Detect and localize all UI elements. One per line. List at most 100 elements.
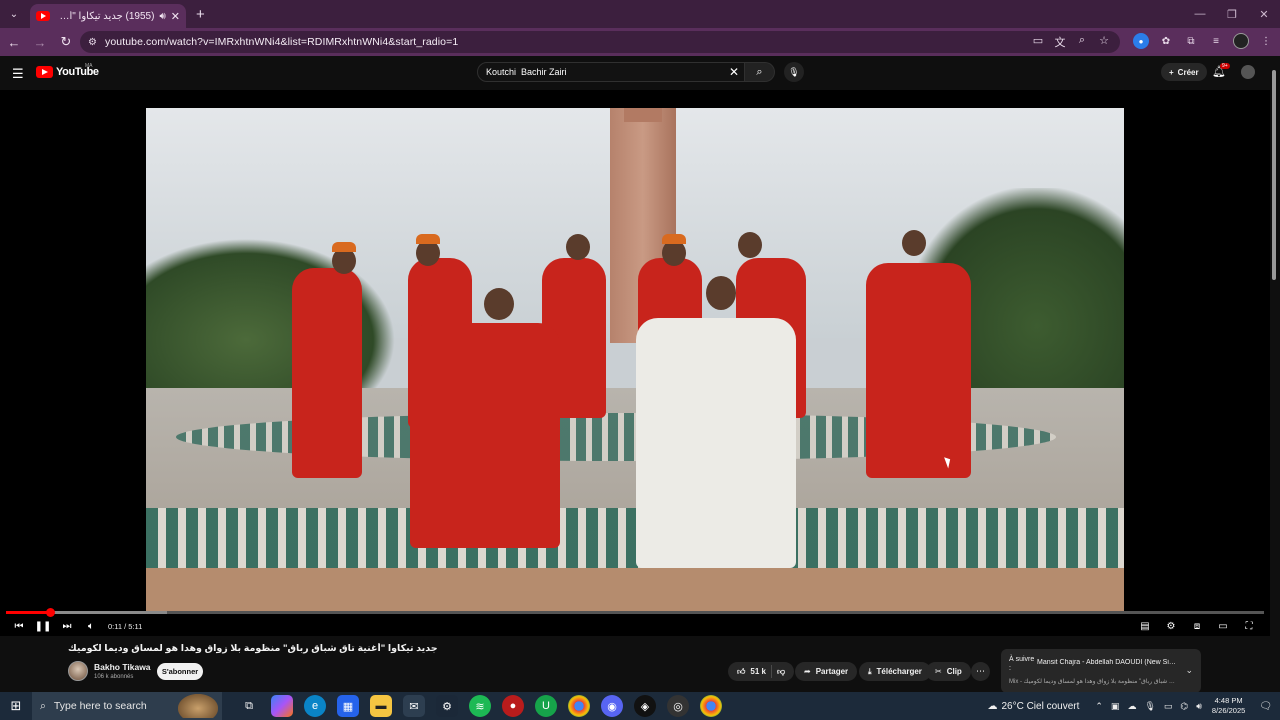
tab-search-icon[interactable]: ⌄ bbox=[2, 4, 26, 24]
video-performer-hat bbox=[416, 234, 440, 244]
chrome-profile-icon[interactable] bbox=[700, 695, 722, 717]
next-icon[interactable]: ⏭︎ bbox=[56, 616, 78, 636]
address-bar[interactable]: ⚙ youtube.com/watch?v=IMRxhtnWNi4&list=R… bbox=[80, 31, 1120, 53]
audio-icon[interactable]: 🔊︎ bbox=[159, 11, 165, 22]
windows-start-icon[interactable]: ⊞ bbox=[0, 692, 32, 720]
mail-icon[interactable]: ✉ bbox=[403, 695, 425, 717]
browser-tab-youtube[interactable]: (1955) جديد تيكاوا "أغنية تاق 🔊︎ ✕ bbox=[30, 4, 186, 28]
restore-icon[interactable]: ❐ bbox=[1216, 0, 1248, 28]
store-icon[interactable]: ▦ bbox=[337, 695, 359, 717]
notifications-icon[interactable]: 🗨︎ bbox=[1259, 701, 1272, 712]
video-frame[interactable] bbox=[146, 108, 1124, 611]
plus-icon[interactable]: + bbox=[196, 6, 205, 23]
download-button[interactable]: ⤓ Télécharger bbox=[859, 662, 931, 681]
page-scrollbar[interactable] bbox=[1270, 62, 1278, 288]
forward-icon[interactable]: → bbox=[28, 30, 52, 54]
app-dark-icon[interactable]: ◈ bbox=[634, 695, 656, 717]
copilot-icon[interactable] bbox=[271, 695, 293, 717]
tray-app-icon[interactable]: ▣ bbox=[1111, 701, 1120, 712]
subscribe-button[interactable]: S'abonner bbox=[157, 663, 203, 680]
media-controls-icon[interactable]: ≡ bbox=[1208, 33, 1224, 49]
chrome-icon[interactable] bbox=[568, 695, 590, 717]
fullscreen-icon[interactable]: ⛶ bbox=[1238, 616, 1260, 636]
youtube-play-logo-icon bbox=[36, 66, 53, 78]
account-avatar[interactable] bbox=[1241, 65, 1255, 79]
tray-cloud-icon[interactable]: ☁ bbox=[1127, 701, 1136, 712]
network-icon[interactable]: ⌬ bbox=[1180, 701, 1188, 712]
up-next-label: À suivre : bbox=[1009, 656, 1035, 672]
translate-icon[interactable]: 文 bbox=[1054, 34, 1066, 50]
pause-icon[interactable]: ❚❚ bbox=[32, 616, 54, 636]
video-progress-bar[interactable] bbox=[6, 608, 1264, 617]
like-divider bbox=[770, 665, 772, 678]
miniplayer-icon[interactable]: ⧈ bbox=[1186, 616, 1208, 636]
page-scrollbar-thumb[interactable] bbox=[1272, 70, 1276, 280]
chevron-down-icon[interactable]: ⌄ bbox=[1185, 665, 1193, 676]
time-display: 0:11 / 5:11 bbox=[108, 621, 143, 631]
video-dancer-white-robe bbox=[636, 318, 796, 568]
reload-icon[interactable]: ↻ bbox=[54, 30, 78, 54]
more-actions-icon[interactable]: ⋯ bbox=[971, 662, 990, 681]
video-performer-robe bbox=[866, 263, 971, 478]
create-button[interactable]: + Créer bbox=[1161, 63, 1207, 81]
subtitles-icon[interactable]: ▤ bbox=[1134, 616, 1156, 636]
taskbar-apps: ⧉ e ▦ ▬ ✉ ⚙ ≋ ● U ◉ ◈ ◎ bbox=[238, 695, 722, 717]
video-player[interactable]: ⏮︎ ❚❚ ⏭︎ 🔈︎ 0:11 / 5:11 ▤ ⚙ ⧈ ▭ ⛶ bbox=[0, 90, 1270, 636]
minimize-icon[interactable]: — bbox=[1184, 0, 1216, 28]
theater-mode-icon[interactable]: ▭ bbox=[1212, 616, 1234, 636]
site-info-icon[interactable]: ⚙ bbox=[88, 37, 97, 48]
thumbs-up-icon[interactable]: 👍︎ bbox=[737, 667, 745, 677]
search-icon: ⌕ bbox=[756, 65, 763, 78]
weather-text: 26°C Ciel couvert bbox=[1001, 700, 1080, 712]
channel-avatar[interactable] bbox=[68, 661, 88, 681]
previous-icon[interactable]: ⏮︎ bbox=[8, 616, 30, 636]
file-explorer-icon[interactable]: ▬ bbox=[370, 695, 392, 717]
search-button[interactable]: ⌕ bbox=[745, 62, 775, 82]
edge-icon[interactable]: e bbox=[304, 695, 326, 717]
speaker-icon[interactable]: 🔊︎ bbox=[1196, 701, 1202, 712]
omnibox-actions: ▭ 文 ⌕ ☆ bbox=[1032, 34, 1110, 50]
search-input[interactable] bbox=[477, 62, 745, 82]
star-icon[interactable]: ☆ bbox=[1098, 34, 1110, 50]
close-icon[interactable]: ✕ bbox=[171, 10, 180, 23]
like-count[interactable]: 51 k bbox=[750, 667, 766, 676]
app-gray-icon[interactable]: ◎ bbox=[667, 695, 689, 717]
share-button[interactable]: ➦ Partager bbox=[795, 662, 858, 681]
task-view-icon[interactable]: ⧉ bbox=[238, 695, 260, 717]
app-red-icon[interactable]: ● bbox=[502, 695, 524, 717]
microphone-icon[interactable]: 🎙︎ bbox=[1144, 701, 1155, 712]
tray-monitor-icon[interactable]: ▭ bbox=[1164, 701, 1173, 712]
video-dancer-robe bbox=[410, 323, 560, 548]
window-close-icon[interactable]: ✕ bbox=[1248, 0, 1280, 28]
extensions-icon[interactable]: ⧉ bbox=[1183, 33, 1199, 49]
cast-icon[interactable]: ▭ bbox=[1032, 34, 1044, 50]
thumbs-down-icon[interactable]: 👎︎ bbox=[777, 667, 785, 677]
channel-name[interactable]: Bakho Tikawa bbox=[94, 662, 151, 672]
clear-search-icon[interactable]: ✕ bbox=[729, 65, 739, 79]
url-text[interactable]: youtube.com/watch?v=IMRxhtnWNi4&list=RDI… bbox=[105, 36, 458, 48]
taskbar-search-box[interactable]: ⌕ Type here to search bbox=[32, 692, 222, 720]
extension-gear-icon[interactable]: ✿ bbox=[1158, 33, 1174, 49]
zoom-icon[interactable]: ⌕ bbox=[1076, 34, 1088, 50]
up-next-card[interactable]: À suivre : Mansit Chajra - Abdellah DAOU… bbox=[1001, 649, 1201, 693]
settings-gear-icon[interactable]: ⚙ bbox=[1160, 616, 1182, 636]
microphone-icon: 🎙︎ bbox=[788, 66, 800, 77]
taskbar-clock[interactable]: 4:48 PM 8/26/2025 bbox=[1212, 696, 1245, 716]
back-icon[interactable]: ← bbox=[2, 30, 26, 54]
menu-dots-icon[interactable]: ⋮ bbox=[1258, 33, 1274, 49]
volume-icon[interactable]: 🔈︎ bbox=[80, 616, 102, 636]
video-dancer-head bbox=[484, 288, 514, 320]
discord-icon[interactable]: ◉ bbox=[601, 695, 623, 717]
chevron-up-icon[interactable]: ⌃ bbox=[1095, 701, 1103, 712]
extension-shield-icon[interactable]: ● bbox=[1133, 33, 1149, 49]
spotify-icon[interactable]: ≋ bbox=[469, 695, 491, 717]
weather-widget[interactable]: ☁ 26°C Ciel couvert bbox=[987, 701, 1079, 712]
clip-button[interactable]: ✂ Clip bbox=[926, 662, 971, 681]
hamburger-menu-icon[interactable]: ☰ bbox=[12, 66, 24, 82]
profile-icon[interactable] bbox=[1233, 33, 1249, 49]
up-next-title[interactable]: Mansit Chajra - Abdellah DAOUDI (New Sin… bbox=[1037, 659, 1177, 666]
search-bar: ✕ ⌕ bbox=[477, 62, 775, 82]
app-green-icon[interactable]: U bbox=[535, 695, 557, 717]
steam-icon[interactable]: ⚙ bbox=[436, 695, 458, 717]
voice-search-button[interactable]: 🎙︎ bbox=[784, 62, 804, 82]
